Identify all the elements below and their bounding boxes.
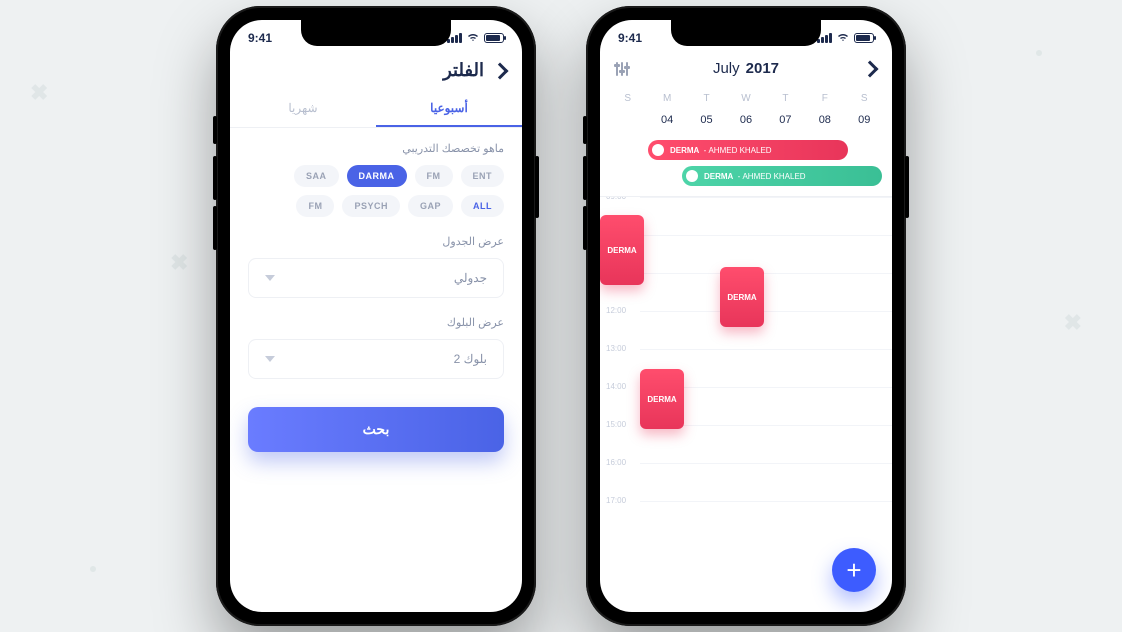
event-bar[interactable]: DERMA - AHMED KHALED	[648, 140, 848, 160]
hour-label: 17:00	[606, 496, 626, 505]
chevron-down-icon	[265, 275, 275, 281]
block-dropdown[interactable]: بلوك 2	[248, 339, 504, 379]
hour-label: 12:00	[606, 306, 626, 315]
timeline-block[interactable]: DERMA	[600, 215, 644, 285]
timeline-block[interactable]: DERMA	[720, 267, 764, 327]
phone-calendar: 9:41 July2017 SMTWTFS 03 04 05 06 0	[586, 6, 906, 626]
tab-weekly[interactable]: أسبوعيا	[376, 91, 522, 127]
battery-icon	[484, 33, 504, 43]
date-cell[interactable]: 07	[766, 110, 805, 130]
event-dot-icon	[652, 144, 664, 156]
wifi-icon	[836, 31, 850, 45]
hour-label: 14:00	[606, 382, 626, 391]
filter-sliders-icon[interactable]	[616, 62, 628, 76]
page-title: الفلتر	[246, 60, 484, 81]
back-icon[interactable]	[492, 62, 509, 79]
timeline-block[interactable]: DERMA	[640, 369, 684, 429]
hour-label: 13:00	[606, 344, 626, 353]
status-time: 9:41	[248, 31, 272, 45]
event-bar[interactable]: DERMA - AHMED KHALED	[682, 166, 882, 186]
phone-filter: 9:41 الفلتر شهريا أسبوعيا ماهو تخصصك الت…	[216, 6, 536, 626]
chip-gap[interactable]: GAP	[408, 195, 453, 217]
block-dropdown-value: بلوك 2	[454, 352, 487, 366]
chip-all[interactable]: ALL	[461, 195, 504, 217]
date-cell[interactable]: 09	[845, 110, 884, 130]
chip-ent[interactable]: ENT	[461, 165, 505, 187]
next-icon[interactable]	[862, 60, 879, 77]
date-cell[interactable]: 08	[805, 110, 844, 130]
event-dot-icon	[686, 170, 698, 182]
chip-fm2[interactable]: FM	[296, 195, 334, 217]
table-view-label: عرض الجدول	[248, 235, 504, 248]
table-dropdown[interactable]: جدولي	[248, 258, 504, 298]
month-title: July2017	[628, 60, 864, 77]
chip-fm[interactable]: FM	[415, 165, 453, 187]
dates-row: 03 04 05 06 07 08 09	[600, 110, 892, 140]
chip-saa[interactable]: SAA	[294, 165, 339, 187]
battery-icon	[854, 33, 874, 43]
hour-label: 15:00	[606, 420, 626, 429]
chip-darma[interactable]: DARMA	[347, 165, 407, 187]
event-bars: DERMA - AHMED KHALED DERMA - AHMED KHALE…	[600, 140, 892, 197]
date-cell[interactable]: 03	[608, 110, 647, 130]
day-of-week-row: SMTWTFS	[600, 87, 892, 110]
specialty-label: ماهو تخصصك التدريبي	[248, 142, 504, 155]
search-button[interactable]: بحث	[248, 407, 504, 452]
chip-psych[interactable]: PSYCH	[342, 195, 400, 217]
add-button[interactable]: +	[832, 548, 876, 592]
tab-monthly[interactable]: شهريا	[230, 91, 376, 127]
chevron-down-icon	[265, 356, 275, 362]
date-cell[interactable]: 06	[726, 110, 765, 130]
block-view-label: عرض البلوك	[248, 316, 504, 329]
date-cell[interactable]: 04	[647, 110, 686, 130]
specialty-chips: SAA DARMA FM ENT FM PSYCH GAP ALL	[248, 165, 504, 217]
view-tabs: شهريا أسبوعيا	[230, 91, 522, 128]
wifi-icon	[466, 31, 480, 45]
hour-label: 16:00	[606, 458, 626, 467]
status-time: 9:41	[618, 31, 642, 45]
date-cell[interactable]: 05	[687, 110, 726, 130]
table-dropdown-value: جدولي	[454, 271, 487, 285]
hour-label: 09:00	[606, 197, 626, 201]
